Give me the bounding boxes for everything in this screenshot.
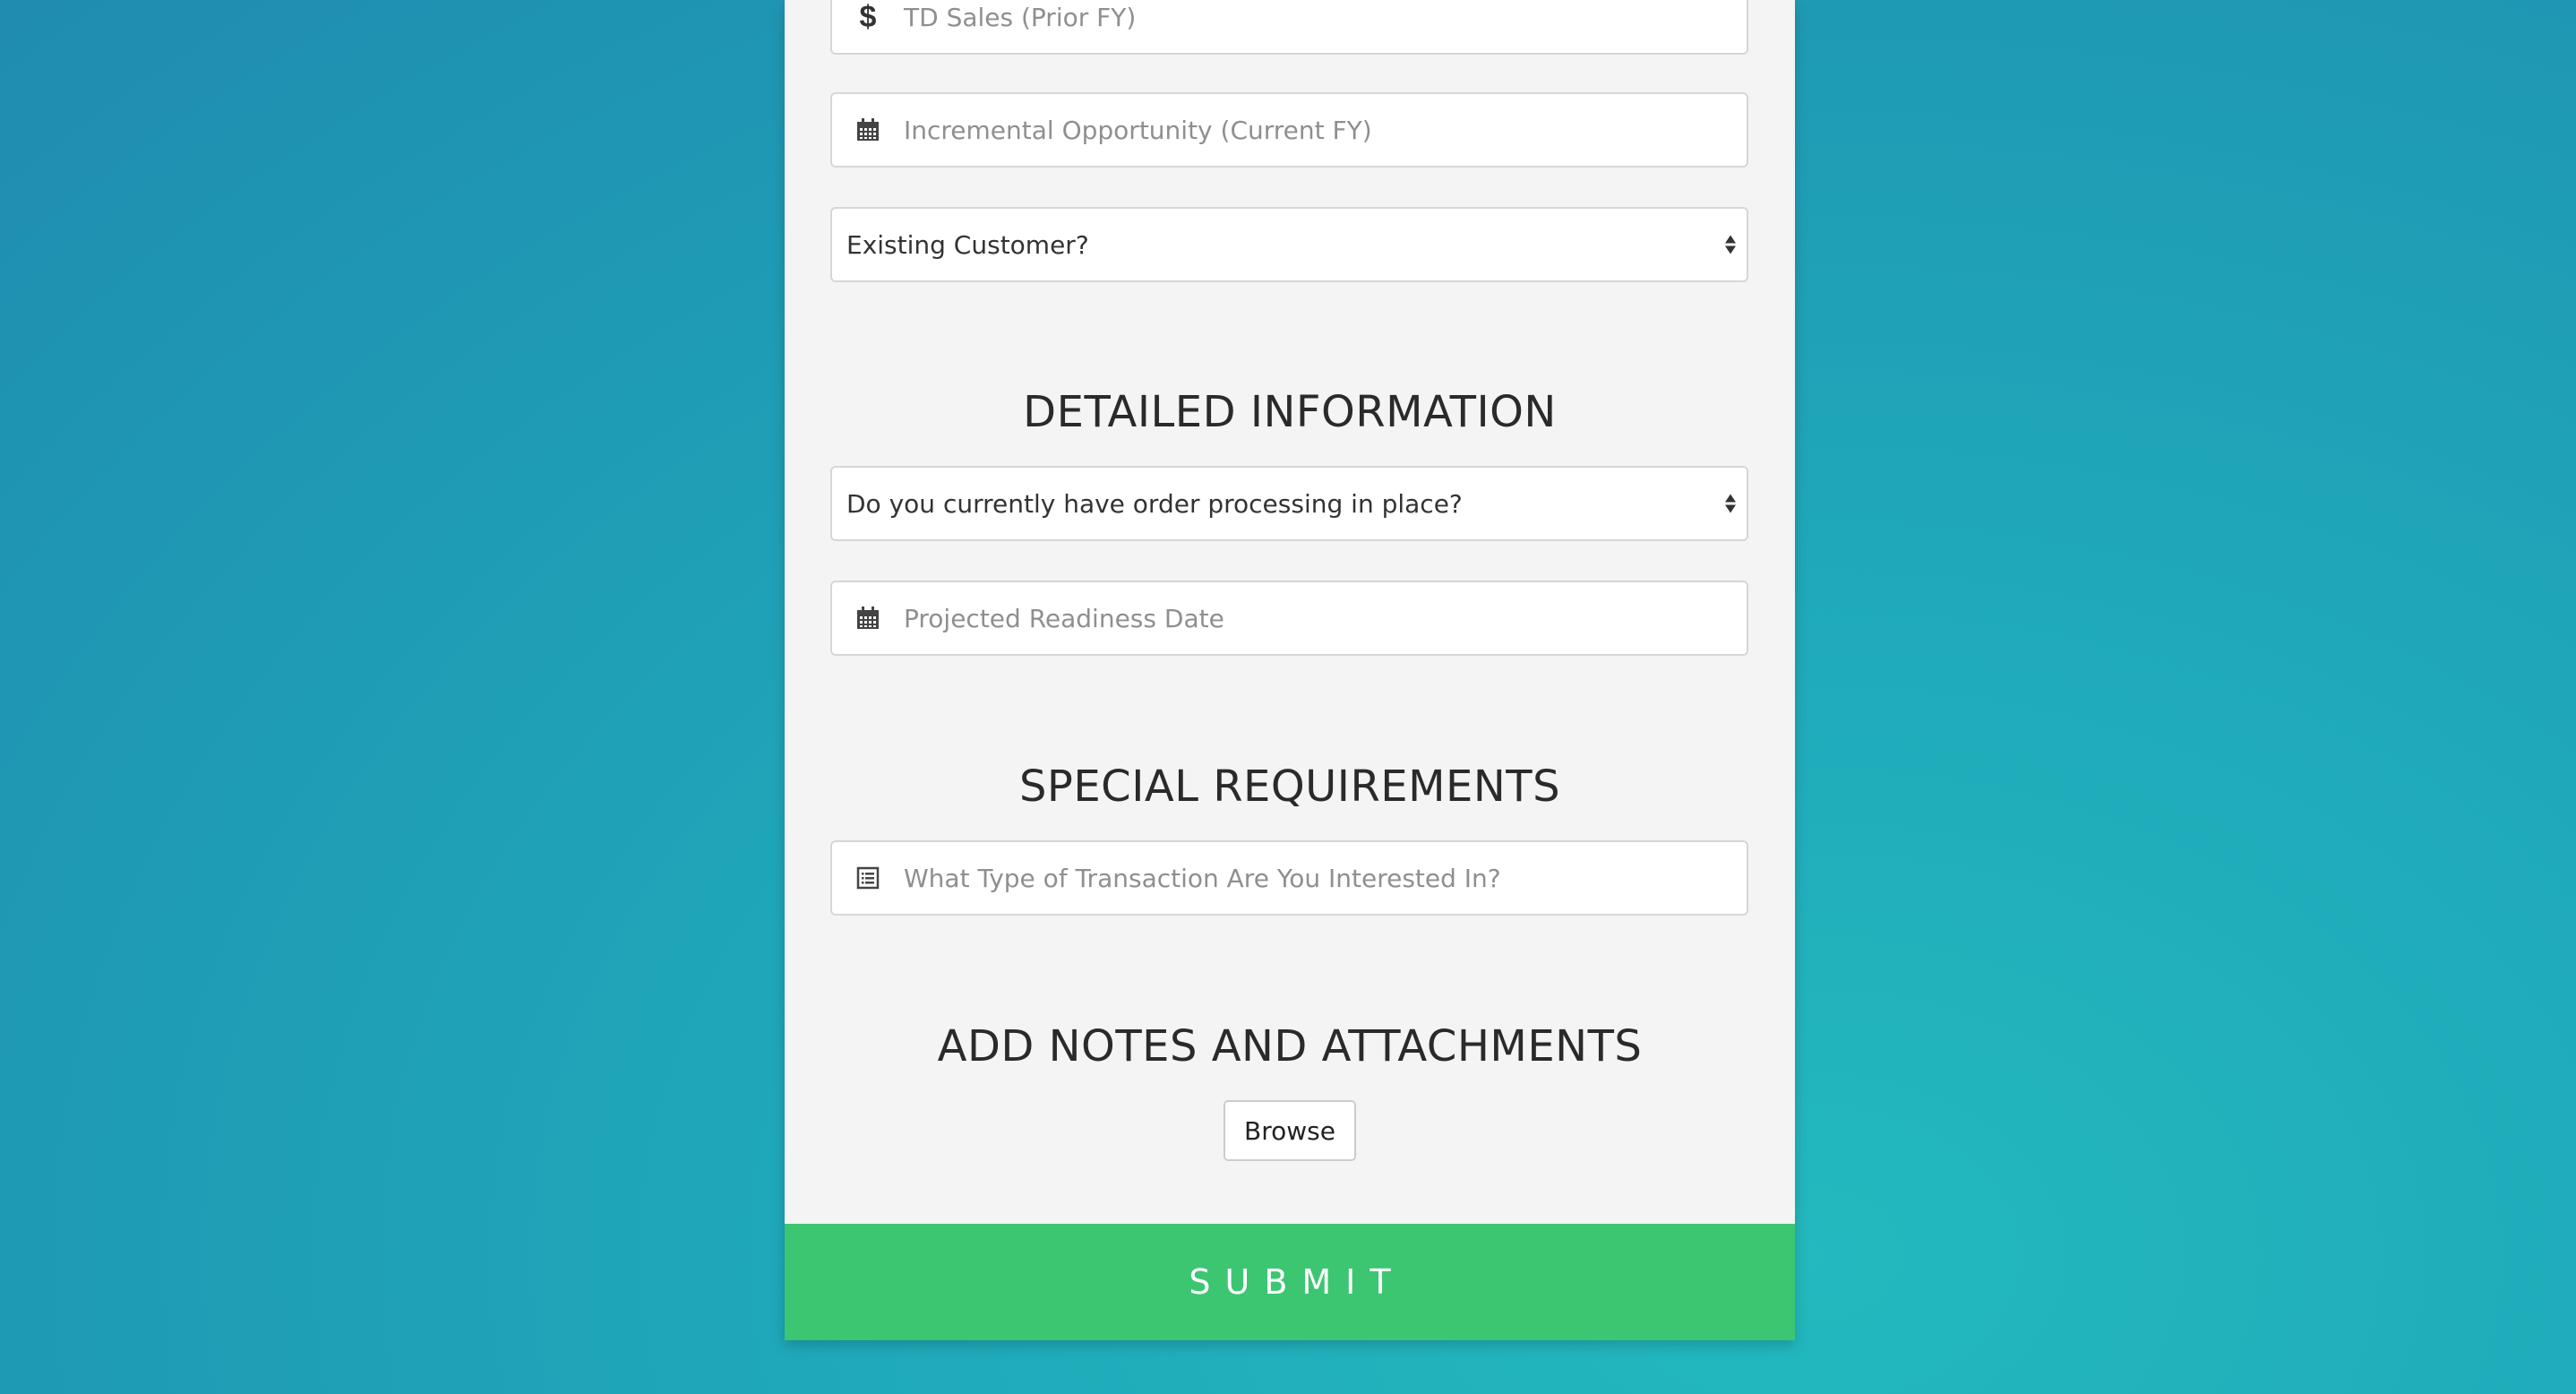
special-requirements-heading: SPECIAL REQUIREMENTS [1018, 762, 1561, 812]
submit-button[interactable]: SUBMIT [785, 1224, 1795, 1340]
calendar-icon [832, 582, 904, 654]
td-sales-input[interactable]: $ TD Sales (Prior FY) [830, 0, 1748, 55]
add-notes-attachments-heading: ADD NOTES AND ATTACHMENTS [937, 1021, 1643, 1071]
select-arrows-icon [1725, 494, 1736, 513]
projected-readiness-date-input[interactable]: Projected Readiness Date [830, 581, 1748, 656]
browse-button[interactable]: Browse [1224, 1100, 1356, 1161]
incremental-opportunity-placeholder: Incremental Opportunity (Current FY) [904, 115, 1372, 145]
detailed-information-heading: DETAILED INFORMATION [1023, 387, 1557, 437]
td-sales-placeholder: TD Sales (Prior FY) [904, 2, 1137, 32]
incremental-opportunity-input[interactable]: Incremental Opportunity (Current FY) [830, 92, 1748, 168]
list-icon [832, 842, 904, 914]
order-processing-value: Do you currently have order processing i… [846, 488, 1463, 519]
dollar-icon: $ [859, 0, 877, 34]
transaction-type-input[interactable]: What Type of Transaction Are You Interes… [830, 840, 1748, 916]
order-processing-select[interactable]: Do you currently have order processing i… [830, 466, 1748, 541]
transaction-type-placeholder: What Type of Transaction Are You Interes… [904, 863, 1501, 893]
existing-customer-value: Existing Customer? [846, 229, 1089, 260]
projected-readiness-placeholder: Projected Readiness Date [904, 603, 1224, 633]
form-card: $ TD Sales (Prior FY) Incremental Opport… [785, 0, 1795, 1340]
select-arrows-icon [1725, 235, 1736, 254]
existing-customer-select[interactable]: Existing Customer? [830, 207, 1748, 282]
calendar-icon [832, 94, 904, 166]
